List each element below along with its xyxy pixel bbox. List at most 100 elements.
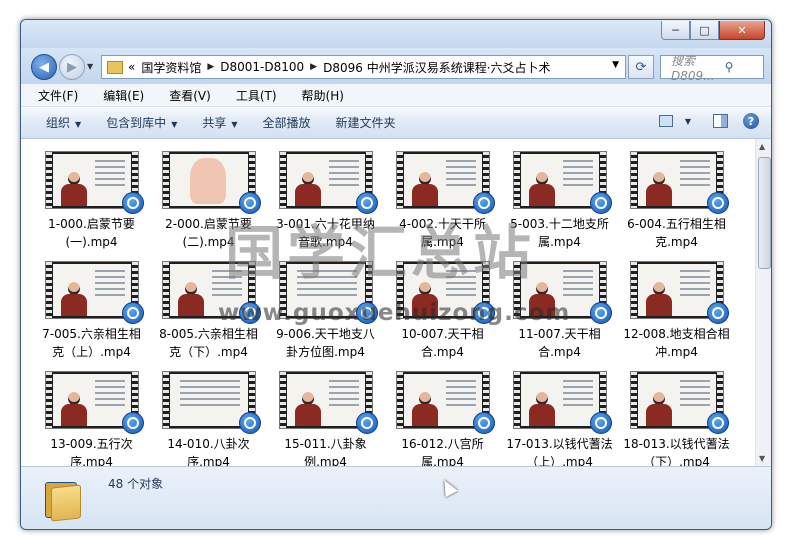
minimize-button[interactable]: ─: [661, 21, 690, 40]
recent-pages-dropdown[interactable]: ▼: [87, 62, 93, 71]
slide-lines: [562, 160, 593, 190]
video-thumbnail: [629, 261, 729, 324]
refresh-button[interactable]: ⟳: [628, 55, 654, 79]
change-view-button[interactable]: [657, 113, 675, 129]
view-options-dropdown[interactable]: ▼: [679, 113, 697, 129]
preview-pane-icon: [712, 114, 728, 128]
new-folder-button[interactable]: 新建文件夹: [336, 114, 396, 131]
scroll-down-icon[interactable]: ▼: [759, 454, 765, 463]
video-frame: [403, 154, 482, 206]
slide-lines: [328, 380, 359, 410]
window-controls: ─ □ ✕: [661, 21, 765, 40]
watermark-title: 国学汇总站: [225, 219, 536, 287]
film-strip: [630, 262, 637, 318]
menu-view[interactable]: 查看(V): [169, 87, 211, 104]
view-icon: [659, 115, 673, 127]
film-strip: [396, 372, 403, 428]
include-library-label: 包含到库中: [106, 116, 167, 130]
file-item[interactable]: 16-012.八宫所属.mp4: [384, 371, 501, 466]
video-thumbnail: [278, 151, 378, 214]
lecturer-image: [645, 172, 672, 206]
file-item[interactable]: 12-008.地支相合相冲.mp4: [618, 261, 735, 361]
breadcrumb-chevron-icon[interactable]: ▶: [310, 62, 317, 72]
preview-pane-button[interactable]: [711, 113, 729, 129]
folder-front: [51, 484, 81, 522]
breadcrumb-item[interactable]: D8096 中州学派汉易系统课程·六爻占卜术: [323, 59, 550, 76]
media-player-icon: [121, 302, 144, 324]
film-strip: [162, 262, 169, 318]
media-player-icon: [355, 412, 378, 434]
film-strip: [162, 152, 169, 208]
film-strip: [630, 372, 637, 428]
breadcrumb-overflow[interactable]: «: [128, 60, 135, 74]
address-bar[interactable]: « 国学资料馆 ▶ D8001-D8100 ▶ D8096 中州学派汉易系统课程…: [101, 55, 626, 79]
file-item[interactable]: 6-004.五行相生相克.mp4: [618, 151, 735, 251]
slide-lines: [94, 160, 125, 190]
video-frame: [637, 374, 716, 426]
media-player-icon: [706, 192, 729, 214]
lecturer-image: [177, 282, 204, 316]
lecturer-image: [294, 392, 321, 426]
lecturer-image: [645, 392, 672, 426]
file-item[interactable]: 14-010.八卦次序.mp4: [150, 371, 267, 466]
video-frame: [286, 374, 365, 426]
video-thumbnail: [44, 151, 144, 214]
item-count: 48 个对象: [108, 477, 164, 491]
file-name: 17-013.以钱代蓍法（上）.mp4: [506, 437, 613, 466]
media-player-icon: [589, 412, 612, 434]
chevron-down-icon: ▼: [171, 120, 178, 129]
file-name: 11-007.天干相合.mp4: [518, 327, 601, 359]
search-input[interactable]: 搜索 D809... ⚲: [660, 54, 764, 83]
help-button[interactable]: ?: [743, 113, 759, 129]
chevron-down-icon: ▼: [231, 120, 238, 129]
organize-label: 组织: [46, 116, 71, 130]
video-frame: [637, 264, 716, 316]
search-placeholder: 搜索 D809...: [671, 53, 715, 83]
film-strip: [396, 152, 403, 208]
share-label: 共享: [202, 116, 227, 130]
address-dropdown-icon[interactable]: ▼: [612, 60, 619, 70]
slide-lines: [679, 380, 710, 410]
scroll-thumb[interactable]: [758, 157, 771, 269]
menu-edit[interactable]: 编辑(E): [103, 87, 144, 104]
lecturer-image: [60, 172, 87, 206]
media-player-icon: [589, 302, 612, 324]
video-thumbnail: [161, 371, 261, 434]
file-name: 10-007.天干相合.mp4: [401, 327, 484, 359]
include-library-button[interactable]: 包含到库中 ▼: [106, 114, 177, 131]
breadcrumb-item[interactable]: 国学资料馆: [141, 59, 201, 76]
film-strip: [279, 372, 286, 428]
organize-button[interactable]: 组织 ▼: [46, 114, 81, 131]
file-name: 14-010.八卦次序.mp4: [167, 437, 250, 466]
menu-file[interactable]: 文件(F): [38, 87, 78, 104]
forward-button[interactable]: ▶: [59, 54, 85, 80]
watermark-url: www.guoxuehuizong.com: [218, 300, 571, 326]
play-all-button[interactable]: 全部播放: [263, 114, 311, 131]
file-name: 12-008.地支相合相冲.mp4: [623, 327, 730, 359]
slide-lines: [328, 160, 359, 190]
back-button[interactable]: ◀: [31, 54, 57, 80]
slide-lines: [679, 270, 710, 300]
breadcrumb-item[interactable]: D8001-D8100: [220, 60, 304, 74]
share-button[interactable]: 共享 ▼: [202, 114, 237, 131]
vertical-scrollbar[interactable]: ▲ ▼: [755, 139, 771, 466]
file-item[interactable]: 13-009.五行次序.mp4: [33, 371, 150, 466]
file-item[interactable]: 1-000.启蒙节要(一).mp4: [33, 151, 150, 251]
scroll-up-icon[interactable]: ▲: [759, 142, 765, 151]
close-button[interactable]: ✕: [719, 21, 765, 40]
file-item[interactable]: 15-011.八卦象例.mp4: [267, 371, 384, 466]
menu-help[interactable]: 帮助(H): [302, 87, 344, 104]
maximize-button[interactable]: □: [690, 21, 719, 40]
film-strip: [45, 372, 52, 428]
menu-tools[interactable]: 工具(T): [236, 87, 277, 104]
lecturer-image: [294, 172, 321, 206]
breadcrumb-chevron-icon[interactable]: ▶: [207, 62, 214, 72]
file-item[interactable]: 7-005.六亲相生相克（上）.mp4: [33, 261, 150, 361]
file-item[interactable]: 17-013.以钱代蓍法（上）.mp4: [501, 371, 618, 466]
lecturer-image: [411, 172, 438, 206]
search-icon[interactable]: ⚲: [725, 60, 763, 74]
file-name: 16-012.八宫所属.mp4: [401, 437, 484, 466]
title-bar: ─ □ ✕: [21, 20, 771, 48]
video-thumbnail: [395, 151, 495, 214]
file-item[interactable]: 18-013.以钱代蓍法（下）.mp4: [618, 371, 735, 466]
